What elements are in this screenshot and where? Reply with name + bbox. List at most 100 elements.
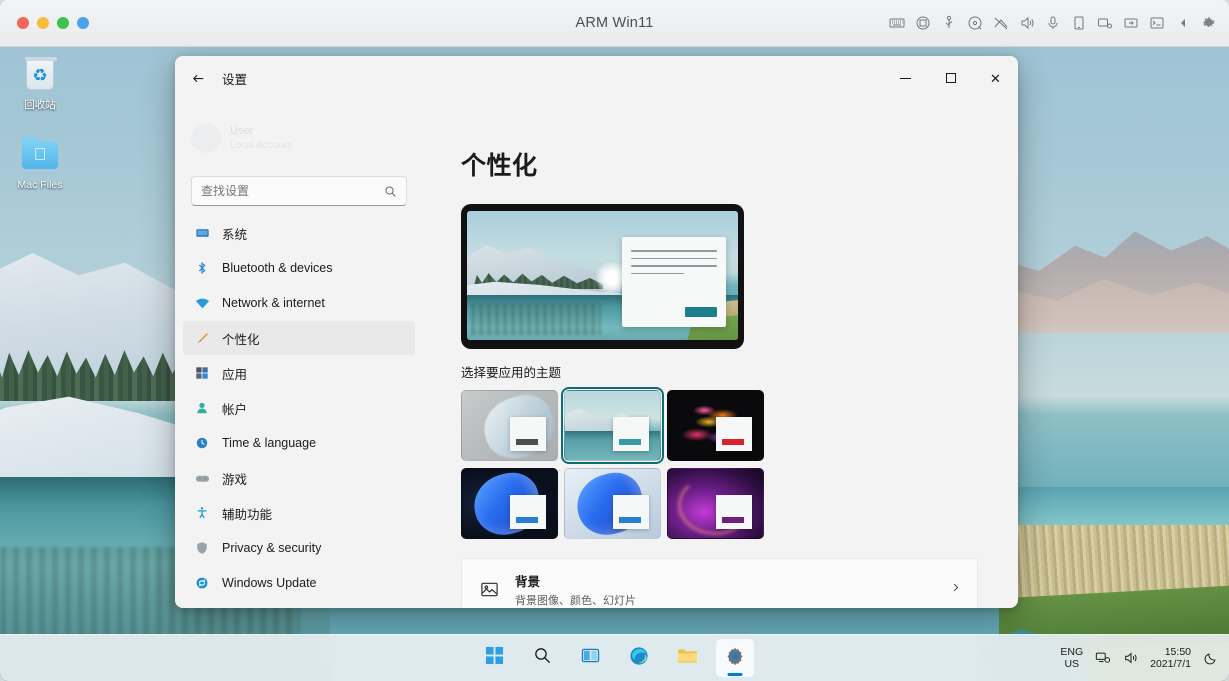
preview-screen [467, 211, 738, 340]
moon-icon[interactable] [1202, 650, 1219, 667]
zoom-window-button[interactable] [57, 17, 69, 29]
search-wrapper [183, 176, 415, 216]
theme-window-mock [510, 495, 546, 529]
theme-card-light-bloom-blue[interactable] [564, 468, 661, 539]
taskbar-start-button[interactable] [476, 639, 514, 677]
account-block[interactable]: User Local Account [183, 100, 415, 176]
close-window-button[interactable] [17, 17, 29, 29]
speaker-icon[interactable] [1019, 15, 1035, 31]
windows-desktop-screen: ♻ 回收站  Mac Files 设置 ✕ [0, 47, 1229, 681]
back-button[interactable] [182, 63, 214, 93]
sidebar-item-label: 帐户 [222, 402, 248, 417]
sidebar-item-label: 应用 [222, 367, 248, 382]
search-box[interactable] [191, 176, 407, 206]
sidebar-item-label: Network & internet [222, 296, 325, 310]
tray-clock[interactable]: 15:50 2021/7/1 [1150, 646, 1191, 671]
taskbar-task-view-button[interactable] [572, 639, 610, 677]
search-input[interactable] [201, 184, 384, 198]
sidebar-item-accounts[interactable]: 帐户 [183, 391, 415, 425]
minimize-window-button[interactable] [37, 17, 49, 29]
desktop-preview-monitor [461, 204, 744, 349]
drag-drop-icon[interactable] [1123, 15, 1139, 31]
update-icon [194, 575, 210, 591]
chevron-right-icon [950, 582, 961, 596]
sidebar-item-apps[interactable]: 应用 [183, 356, 415, 390]
folder-apple-icon:  [20, 135, 60, 175]
settings-gear-icon[interactable] [1201, 15, 1217, 31]
microphone-icon[interactable] [1045, 15, 1061, 31]
wifi-icon [194, 295, 210, 311]
usb-icon[interactable] [941, 15, 957, 31]
fullscreen-window-button[interactable] [77, 17, 89, 29]
tablet-icon[interactable] [1071, 15, 1087, 31]
tray-language-indicator[interactable]: ENG US [1060, 646, 1083, 671]
collapse-icon[interactable] [1175, 15, 1191, 31]
cpu-icon[interactable] [915, 15, 931, 31]
taskbar-buttons [476, 639, 754, 677]
minimize-button[interactable] [883, 56, 928, 100]
sidebar-item-system[interactable]: 系统 [183, 216, 415, 250]
desktop-icon-recycle-bin[interactable]: ♻ 回收站 [4, 55, 76, 112]
search-icon[interactable] [384, 185, 397, 198]
desktop-icon-mac-files[interactable]:  Mac Files [4, 135, 76, 192]
monitor-icon [194, 225, 210, 241]
sidebar-item-label: 系统 [222, 227, 248, 242]
maximize-button[interactable] [928, 56, 973, 100]
sidebar-item-bluetooth-devices[interactable]: Bluetooth & devices [183, 251, 415, 285]
sidebar-item-personalization[interactable]: 个性化 [183, 321, 415, 355]
theme-card-purple-glow[interactable] [667, 468, 764, 539]
window-controls: ✕ [883, 56, 1018, 100]
mac-titlebar: ARM Win11 [0, 0, 1229, 47]
sidebar-item-label: 游戏 [222, 472, 248, 487]
taskbar-search-button[interactable] [524, 639, 562, 677]
system-tray: ENG US 15:50 2021/7/1 [1060, 646, 1219, 671]
avatar [191, 123, 221, 153]
sidebar-item-label: Privacy & security [222, 541, 322, 555]
theme-card-lake-glow[interactable] [561, 387, 664, 464]
sidebar-item-network-internet[interactable]: Network & internet [183, 286, 415, 320]
taskbar-file-explorer-button[interactable] [668, 639, 706, 677]
theme-section-label: 选择要应用的主题 [461, 366, 562, 380]
settings-content: 个性化 选择要应用的主题 背景 背景图像、颜色、幻灯片 [423, 100, 1018, 608]
mac-virtual-machine-window: ARM Win11 ♻ 回收站 Mac Files 设置 ✕ User Loca… [0, 0, 1229, 681]
theme-card-dark-bloom[interactable] [461, 468, 558, 539]
edge-icon [629, 646, 649, 671]
sidebar-item-time-language[interactable]: Time & language [183, 426, 415, 460]
close-button[interactable]: ✕ [973, 56, 1018, 100]
settings-row-subtitle: 背景图像、颜色、幻灯片 [515, 594, 636, 607]
taskbar-edge-button[interactable] [620, 639, 658, 677]
settings-row-title: 背景 [515, 574, 541, 589]
sidebar-item-label: Time & language [222, 436, 317, 450]
account-name: User [230, 125, 254, 137]
sidebar-item-windows-update[interactable]: Windows Update [183, 566, 415, 600]
gear-icon [725, 646, 745, 671]
keyboard-icon[interactable] [889, 15, 905, 31]
taskbar-settings-button[interactable] [715, 639, 754, 677]
tray-date: 2021/7/1 [1150, 658, 1191, 670]
disk-icon[interactable] [967, 15, 983, 31]
settings-window-title: 设置 [222, 72, 248, 87]
sidebar-item-label: Windows Update [222, 576, 317, 590]
vm-toolbar [889, 15, 1217, 31]
sidebar-item-privacy-security[interactable]: Privacy & security [183, 531, 415, 565]
shared-folder-icon[interactable] [1097, 15, 1113, 31]
accessibility-icon [194, 505, 210, 521]
sidebar-item-gaming[interactable]: 游戏 [183, 461, 415, 495]
network-icon[interactable] [1094, 650, 1111, 667]
paintbrush-icon [194, 330, 210, 346]
theme-card-dark-flower[interactable] [667, 390, 764, 461]
terminal-icon[interactable] [1149, 15, 1165, 31]
sidebar-item-accessibility[interactable]: 辅助功能 [183, 496, 415, 530]
network-disconnected-icon[interactable] [993, 15, 1009, 31]
desktop-icon-label: 回收站 [24, 99, 56, 111]
theme-card-light-bloom-gray[interactable] [461, 390, 558, 461]
folder-icon [677, 647, 697, 670]
settings-nav-list: 系统 Bluetooth & devices Network & interne… [183, 216, 415, 608]
settings-sidebar: User Local Account 查找设置 系统 Bluetooth & d… [175, 100, 423, 608]
task-view-icon [581, 646, 600, 670]
volume-icon[interactable] [1122, 650, 1139, 667]
tray-language-line1: ENG [1060, 645, 1084, 658]
theme-window-mock [613, 495, 649, 529]
settings-app-window: 设置 ✕ User Local Account 查找设置 系统 Bluetoot… [175, 56, 1018, 608]
settings-row-background[interactable]: 背景 背景图像、颜色、幻灯片 [461, 558, 978, 608]
